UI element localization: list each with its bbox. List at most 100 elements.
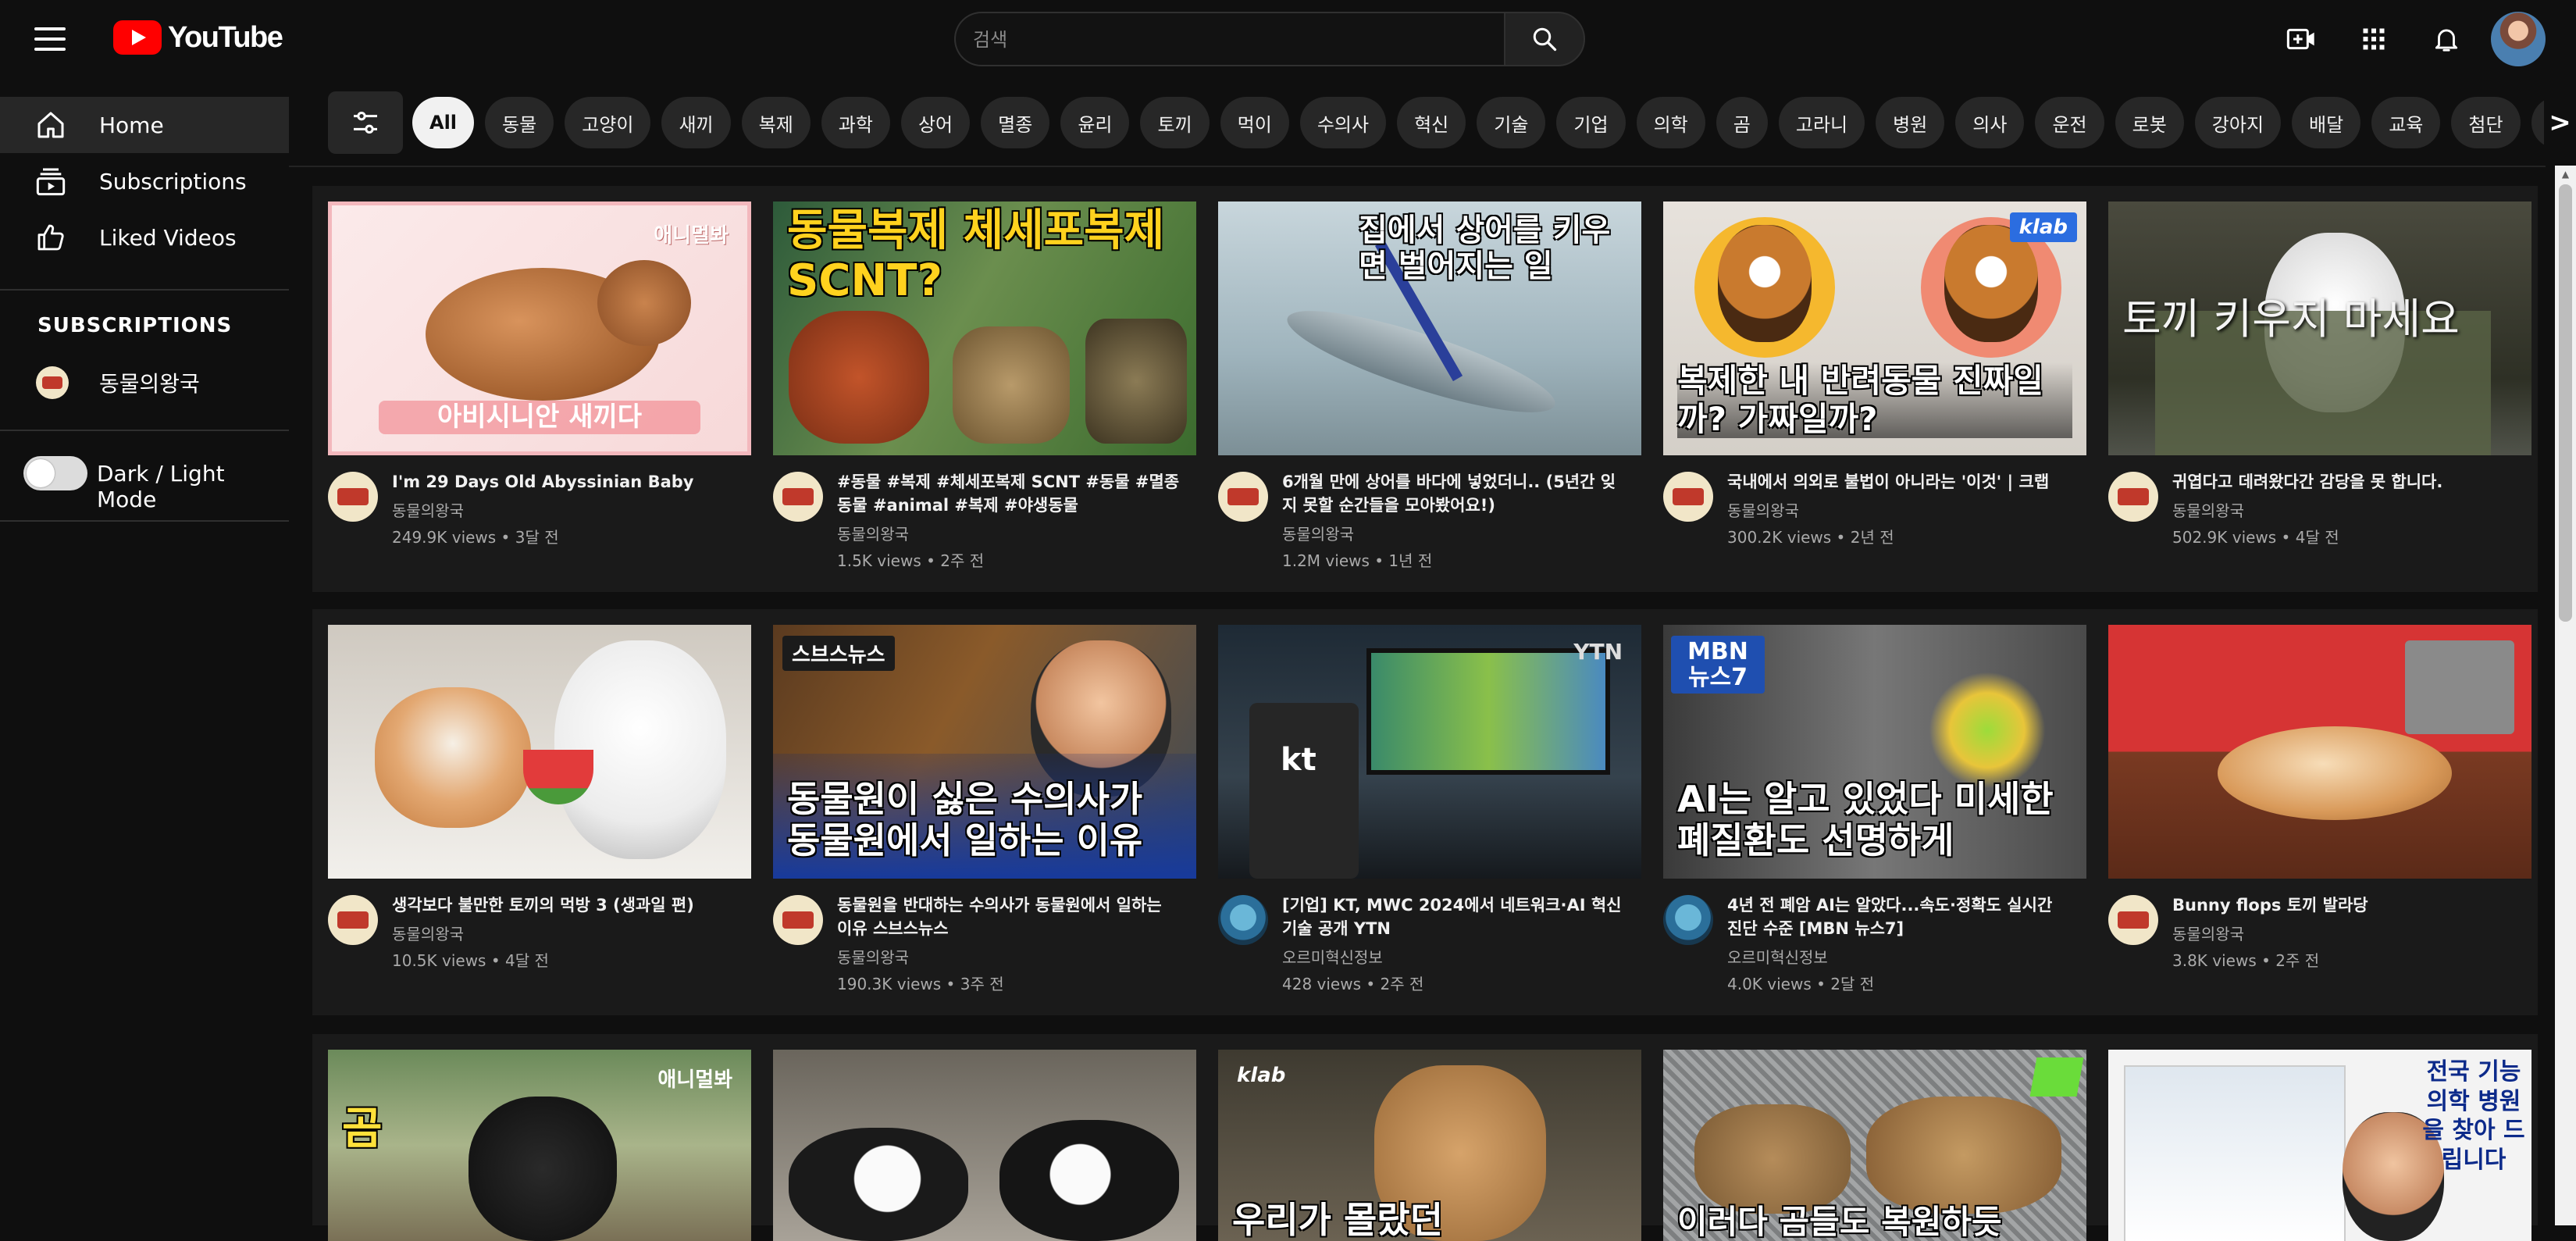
chip-17[interactable]: 고라니 bbox=[1778, 97, 1865, 148]
video-thumbnail[interactable]: 애니멀봐 곰 퐁 bbox=[328, 1050, 751, 1241]
video-channel[interactable]: 오르미혁신정보 bbox=[1727, 945, 1828, 968]
channel-avatar[interactable] bbox=[1663, 472, 1713, 522]
chip-8[interactable]: 윤리 bbox=[1060, 97, 1130, 148]
chip-18[interactable]: 병원 bbox=[1876, 97, 1945, 148]
video-card[interactable]: 애니멀봐 아비시니안 새끼다 I'm 29 Days Old Abyssinia… bbox=[312, 186, 757, 592]
video-thumbnail[interactable]: kt YTN bbox=[1218, 625, 1641, 879]
video-title[interactable]: [기업] KT, MWC 2024에서 네트워크·AI 혁신 기술 공개 YTN bbox=[1282, 893, 1626, 940]
chip-5[interactable]: 과학 bbox=[821, 97, 890, 148]
video-card[interactable]: 스브스뉴스 동물원이 싫은 수의사가 동물원에서 일하는 이유 동물원을 반대하… bbox=[757, 609, 1202, 1015]
user-avatar[interactable] bbox=[2491, 12, 2546, 66]
chip-16[interactable]: 곰 bbox=[1716, 97, 1768, 148]
chip-25[interactable]: 첨단 bbox=[2451, 97, 2521, 148]
scrollbar-up-arrow[interactable]: ▲ bbox=[2559, 167, 2572, 181]
sidebar-item-liked-videos[interactable]: Liked Videos bbox=[0, 209, 289, 266]
youtube-logo[interactable]: YouTube bbox=[113, 20, 283, 55]
channel-avatar[interactable] bbox=[1218, 472, 1268, 522]
notifications-button[interactable] bbox=[2427, 20, 2466, 59]
video-thumbnail[interactable]: 스브스뉴스 동물원이 싫은 수의사가 동물원에서 일하는 이유 bbox=[773, 625, 1196, 879]
video-card[interactable]: 애니멀봐 곰 퐁 bbox=[312, 1034, 757, 1241]
video-title[interactable]: 6개월 만에 상어를 바다에 넣었더니.. (5년간 잊지 못할 순간들을 모아… bbox=[1282, 470, 1626, 517]
channel-avatar[interactable] bbox=[2108, 895, 2158, 945]
video-channel[interactable]: 오르미혁신정보 bbox=[1282, 945, 1383, 968]
video-thumbnail[interactable]: 이러다 곰들도 복원하듯 bbox=[1663, 1050, 2086, 1241]
video-thumbnail[interactable]: 동물복제 체세포복제 SCNT? bbox=[773, 201, 1196, 455]
video-thumbnail[interactable] bbox=[328, 625, 751, 879]
sidebar-item-subscriptions[interactable]: Subscriptions bbox=[0, 153, 289, 209]
chip-21[interactable]: 로봇 bbox=[2115, 97, 2184, 148]
video-card[interactable]: 동물복제 체세포복제 SCNT? #동물 #복제 #체세포복제 SCNT #동물… bbox=[757, 186, 1202, 592]
channel-avatar[interactable] bbox=[1663, 895, 1713, 945]
menu-icon[interactable] bbox=[34, 23, 66, 55]
video-card[interactable]: 토끼 키우지 마세요 귀엽다고 데려왔다간 감당을 못 합니다. 동물의왕국 5… bbox=[2093, 186, 2538, 592]
chip-0[interactable]: All bbox=[412, 97, 475, 148]
video-card[interactable]: kt YTN [기업] KT, MWC 2024에서 네트워크·AI 혁신 기술… bbox=[1202, 609, 1648, 1015]
video-thumbnail[interactable] bbox=[773, 1050, 1196, 1241]
chip-3[interactable]: 새끼 bbox=[661, 97, 731, 148]
video-channel[interactable]: 동물의왕국 bbox=[1727, 498, 1799, 521]
video-card[interactable] bbox=[757, 1034, 1202, 1241]
video-title[interactable]: #동물 #복제 #체세포복제 SCNT #동물 #멸종동물 #animal #복… bbox=[837, 470, 1181, 517]
channel-avatar[interactable] bbox=[773, 895, 823, 945]
chip-2[interactable]: 고양이 bbox=[565, 97, 651, 148]
create-button[interactable] bbox=[2282, 20, 2321, 59]
video-channel[interactable]: 동물의왕국 bbox=[392, 922, 464, 944]
video-card[interactable]: 생각보다 불만한 토끼의 먹방 3 (생과일 편) 동물의왕국 10.5K vi… bbox=[312, 609, 757, 1015]
video-title[interactable]: 귀엽다고 데려왔다간 감당을 못 합니다. bbox=[2172, 470, 2516, 494]
channel-avatar[interactable] bbox=[1218, 895, 1268, 945]
video-thumbnail[interactable]: 전국 기능의학 병원을 찾아 드립니다 bbox=[2108, 1050, 2531, 1241]
video-channel[interactable]: 동물의왕국 bbox=[2172, 498, 2244, 521]
video-card[interactable]: klab 우리가 몰랐던 bbox=[1202, 1034, 1648, 1241]
filter-button[interactable] bbox=[328, 91, 403, 154]
video-thumbnail[interactable]: klab 복제한 내 반려동물 진짜일까? 가짜일까? bbox=[1663, 201, 2086, 455]
chip-23[interactable]: 배달 bbox=[2292, 97, 2361, 148]
search-input[interactable] bbox=[971, 13, 1490, 66]
chip-7[interactable]: 멸종 bbox=[981, 97, 1050, 148]
chip-22[interactable]: 강아지 bbox=[2194, 97, 2282, 148]
channel-avatar[interactable] bbox=[773, 472, 823, 522]
video-title[interactable]: 국내에서 의외로 불법이 아니라는 '이것' | 크랩 bbox=[1727, 470, 2071, 494]
chip-12[interactable]: 혁신 bbox=[1397, 97, 1466, 148]
apps-button[interactable] bbox=[2354, 20, 2393, 59]
chips-next-button[interactable]: > bbox=[2544, 94, 2576, 152]
video-thumbnail[interactable]: MBN 뉴스7 AI는 알고 있었다 미세한 폐질환도 선명하게 bbox=[1663, 625, 2086, 879]
search-button[interactable] bbox=[1504, 12, 1585, 66]
channel-avatar[interactable] bbox=[328, 895, 378, 945]
video-card[interactable]: MBN 뉴스7 AI는 알고 있었다 미세한 폐질환도 선명하게 4년 전 폐암… bbox=[1648, 609, 2093, 1015]
video-thumbnail[interactable]: 애니멀봐 아비시니안 새끼다 bbox=[328, 201, 751, 455]
video-card[interactable]: 이러다 곰들도 복원하듯 bbox=[1648, 1034, 2093, 1241]
video-channel[interactable]: 동물의왕국 bbox=[837, 945, 909, 968]
video-channel[interactable]: 동물의왕국 bbox=[2172, 922, 2244, 944]
sidebar-subscription-channel[interactable]: 동물의왕국 bbox=[0, 355, 289, 411]
video-thumbnail[interactable]: klab 우리가 몰랐던 bbox=[1218, 1050, 1641, 1241]
video-title[interactable]: I'm 29 Days Old Abyssinian Baby bbox=[392, 470, 736, 494]
video-channel[interactable]: 동물의왕국 bbox=[1282, 522, 1354, 544]
video-card[interactable]: 집에서 상어를 키우면 벌어지는 일 6개월 만에 상어를 바다에 넣었더니..… bbox=[1202, 186, 1648, 592]
chip-6[interactable]: 상어 bbox=[900, 97, 971, 148]
chip-20[interactable]: 운전 bbox=[2035, 97, 2104, 148]
chip-1[interactable]: 동물 bbox=[485, 97, 554, 148]
video-title[interactable]: 생각보다 불만한 토끼의 먹방 3 (생과일 편) bbox=[392, 893, 736, 917]
video-card[interactable]: Bunny flops 토끼 발라당 동물의왕국 3.8K views • 2주… bbox=[2093, 609, 2538, 1015]
theme-toggle[interactable] bbox=[23, 456, 87, 490]
video-thumbnail[interactable]: 토끼 키우지 마세요 bbox=[2108, 201, 2531, 455]
channel-avatar[interactable] bbox=[2108, 472, 2158, 522]
video-thumbnail[interactable] bbox=[2108, 625, 2531, 879]
video-title[interactable]: 동물원을 반대하는 수의사가 동물원에서 일하는 이유 스브스뉴스 bbox=[837, 893, 1181, 940]
chip-15[interactable]: 의학 bbox=[1636, 97, 1705, 148]
chip-11[interactable]: 수의사 bbox=[1299, 97, 1387, 148]
chip-19[interactable]: 의사 bbox=[1955, 97, 2025, 148]
video-channel[interactable]: 동물의왕국 bbox=[837, 522, 909, 544]
scrollbar-thumb[interactable] bbox=[2559, 184, 2572, 622]
video-title[interactable]: Bunny flops 토끼 발라당 bbox=[2172, 893, 2516, 917]
chip-24[interactable]: 교육 bbox=[2371, 97, 2441, 148]
chip-10[interactable]: 먹이 bbox=[1220, 97, 1289, 148]
chip-4[interactable]: 복제 bbox=[741, 97, 811, 148]
chip-13[interactable]: 기술 bbox=[1477, 97, 1546, 148]
chip-14[interactable]: 기업 bbox=[1556, 97, 1626, 148]
sidebar-item-home[interactable]: Home bbox=[0, 97, 289, 153]
video-card[interactable]: klab 복제한 내 반려동물 진짜일까? 가짜일까? 국내에서 의외로 불법이… bbox=[1648, 186, 2093, 592]
video-card[interactable]: 전국 기능의학 병원을 찾아 드립니다 bbox=[2093, 1034, 2538, 1241]
video-channel[interactable]: 동물의왕국 bbox=[392, 498, 464, 521]
video-title[interactable]: 4년 전 폐암 AI는 알았다...속도·정확도 실시간 진단 수준 [MBN … bbox=[1727, 893, 2071, 940]
